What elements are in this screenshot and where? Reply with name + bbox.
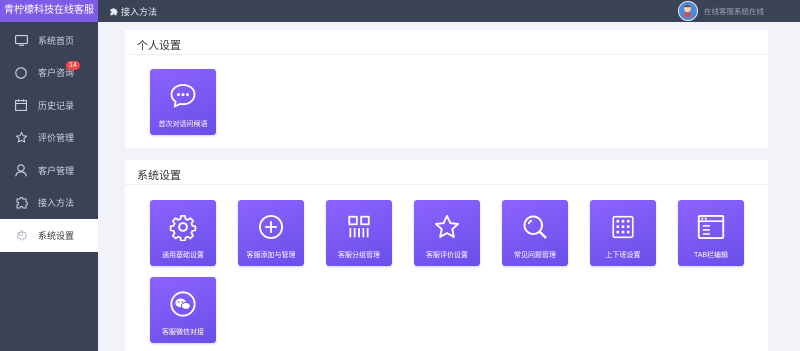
- gear-icon: [14, 228, 28, 242]
- agent-manage-tile[interactable]: 客服添加与管理: [238, 200, 304, 266]
- tile-label: 客服评价设置: [426, 252, 468, 259]
- dots-grid-icon: [608, 212, 638, 242]
- plus-circle-icon: [256, 212, 286, 242]
- section-title: 系统设置: [125, 160, 768, 185]
- tab-edit-tile[interactable]: TAB栏编辑: [678, 200, 744, 266]
- brand-title: 青柠檬科技在线客服: [0, 0, 98, 22]
- sidebar-item-ratings[interactable]: 评价管理: [0, 122, 98, 155]
- calendar-icon: [14, 98, 28, 112]
- sidebar-item-consult[interactable]: 客户咨询 14: [0, 57, 98, 90]
- sidebar-item-home[interactable]: 系统首页: [0, 24, 98, 57]
- monitor-icon: [14, 33, 28, 47]
- sidebar-item-label: 接入方法: [38, 198, 75, 209]
- unread-badge: 14: [66, 60, 80, 70]
- greeting-tile[interactable]: 首次对话问候语: [150, 69, 216, 135]
- tile-label: 首次对话问候语: [158, 121, 208, 128]
- general-settings-tile[interactable]: 通用基础设置: [150, 200, 216, 266]
- puzzle-icon: [14, 196, 28, 210]
- tile-label: 客服分组管理: [338, 252, 380, 259]
- puzzle-icon: [109, 7, 118, 16]
- group-grid-icon: [344, 212, 374, 242]
- sidebar-item-customers[interactable]: 客户管理: [0, 154, 98, 187]
- sidebar-item-label: 历史记录: [38, 100, 75, 111]
- search-icon: [520, 212, 550, 242]
- chat-bubble-icon: [168, 81, 198, 111]
- page-title-text: 接入方法: [121, 6, 158, 17]
- tile-label: 常见问题管理: [514, 252, 556, 259]
- star-icon: [14, 131, 28, 145]
- user-icon: [14, 163, 28, 177]
- sidebar-item-history[interactable]: 历史记录: [0, 89, 98, 122]
- rating-settings-tile[interactable]: 客服评价设置: [414, 200, 480, 266]
- page-title: 接入方法: [109, 5, 157, 18]
- user-status[interactable]: 在线客服系统在线: [678, 0, 764, 22]
- sidebar-item-settings[interactable]: 系统设置: [0, 219, 98, 252]
- system-settings-panel: 系统设置 通用基础设置 客服添加与管理 客服分组管理 客服评价设置 常见问题管理: [125, 160, 768, 351]
- sidebar-item-label: 评价管理: [38, 133, 75, 144]
- window-icon: [696, 212, 726, 242]
- shift-settings-tile[interactable]: 上下班设置: [590, 200, 656, 266]
- agent-group-tile[interactable]: 客服分组管理: [326, 200, 392, 266]
- chat-circle-icon: [14, 66, 28, 80]
- sidebar-nav: 系统首页 客户咨询 14 历史记录 评价管理 客户管理 接入方法 系统设置: [0, 24, 98, 252]
- tile-label: 通用基础设置: [162, 252, 204, 259]
- tile-label: 上下班设置: [605, 252, 641, 259]
- gear-icon: [168, 212, 198, 242]
- wechat-icon: [168, 289, 198, 319]
- avatar[interactable]: [678, 1, 698, 21]
- sidebar-item-access[interactable]: 接入方法: [0, 187, 98, 220]
- tile-label: 客服添加与管理: [246, 252, 296, 259]
- tile-label: TAB栏编辑: [693, 252, 729, 259]
- faq-manage-tile[interactable]: 常见问题管理: [502, 200, 568, 266]
- tile-label: 客服微信对接: [162, 329, 204, 336]
- sidebar-item-label: 系统首页: [38, 35, 75, 46]
- top-header: 接入方法 在线客服系统在线: [98, 0, 800, 22]
- sidebar-item-label: 客户管理: [38, 165, 75, 176]
- sidebar: 青柠檬科技在线客服 系统首页 客户咨询 14 历史记录 评价管理 客户管理 接入…: [0, 0, 98, 351]
- section-title: 个人设置: [125, 30, 768, 55]
- wechat-connect-tile[interactable]: 客服微信对接: [150, 277, 216, 343]
- sidebar-item-label: 系统设置: [38, 230, 75, 241]
- star-icon: [432, 212, 462, 242]
- personal-settings-panel: 个人设置 首次对话问候语: [125, 30, 768, 148]
- online-status-text: 在线客服系统在线: [704, 6, 764, 16]
